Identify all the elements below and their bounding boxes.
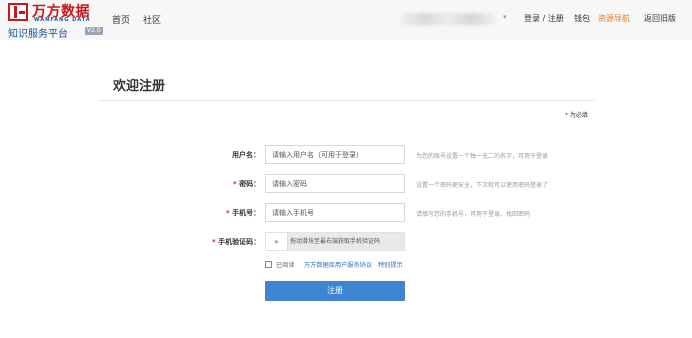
required-note: * 为必填 bbox=[565, 110, 588, 119]
phone-required-star: * bbox=[226, 209, 230, 217]
agreement-prefix: 已阅读 bbox=[276, 262, 295, 269]
register-button[interactable]: 注册 bbox=[265, 281, 405, 301]
logo-version-badge: V2.0 bbox=[85, 27, 103, 35]
username-label: 用户名： bbox=[232, 151, 260, 159]
username-input[interactable] bbox=[265, 145, 405, 164]
slider-instruction: 拖动滑块至最右端获取手机验证码 bbox=[290, 238, 381, 245]
required-note-text: 为必填 bbox=[569, 112, 588, 119]
phone-label: * 手机号： bbox=[226, 209, 261, 217]
top-header: 万方数据 WANFANG DATA 知识服务平台 V2.0 首页 社区 ▾ 登录… bbox=[0, 0, 692, 40]
user-info-blurred[interactable] bbox=[400, 13, 496, 25]
slider-handle[interactable]: » bbox=[266, 233, 288, 250]
code-label: * 手机验证码： bbox=[212, 238, 261, 246]
nav-home[interactable]: 首页 bbox=[112, 13, 130, 26]
login-register-link[interactable]: 登录 / 注册 bbox=[524, 13, 564, 24]
old-version-link[interactable]: 返回旧版 bbox=[644, 13, 676, 24]
code-required-star: * bbox=[212, 238, 216, 246]
page-title: 欢迎注册 bbox=[113, 79, 166, 94]
special-notice-link[interactable]: 特别提示 bbox=[378, 260, 403, 269]
password-input[interactable] bbox=[265, 174, 405, 193]
password-label: * 密码： bbox=[233, 180, 261, 188]
phone-input[interactable] bbox=[265, 203, 405, 222]
required-star: * bbox=[565, 112, 568, 119]
wanfang-logo[interactable]: 万方数据 WANFANG DATA 知识服务平台 V2.0 bbox=[8, 3, 108, 40]
nav-community[interactable]: 社区 bbox=[143, 13, 161, 26]
phone-hint: 请填写您的手机号，可用于登录、找回密码 bbox=[416, 211, 531, 218]
logo-platform: 知识服务平台 bbox=[8, 29, 68, 40]
wallet-link[interactable]: 钱包 bbox=[574, 13, 590, 24]
agreement-checkbox[interactable] bbox=[265, 261, 272, 268]
title-divider bbox=[98, 100, 595, 101]
password-hint: 设置一个密码更安全，下次就可以使用密码登录了 bbox=[416, 182, 549, 189]
logo-mark-icon bbox=[8, 3, 28, 21]
logo-name-en: WANFANG DATA bbox=[34, 17, 91, 23]
password-required-star: * bbox=[233, 180, 237, 188]
resource-nav-link[interactable]: 资源导航 bbox=[598, 13, 630, 24]
username-hint: 为您的账号设置一个独一无二的名字，可用于登录 bbox=[416, 153, 549, 160]
verification-slider: » 拖动滑块至最右端获取手机验证码 bbox=[265, 232, 405, 251]
service-agreement-link[interactable]: 万方数据库用户服务协议 bbox=[304, 260, 372, 269]
chevron-down-icon[interactable]: ▾ bbox=[503, 13, 507, 21]
